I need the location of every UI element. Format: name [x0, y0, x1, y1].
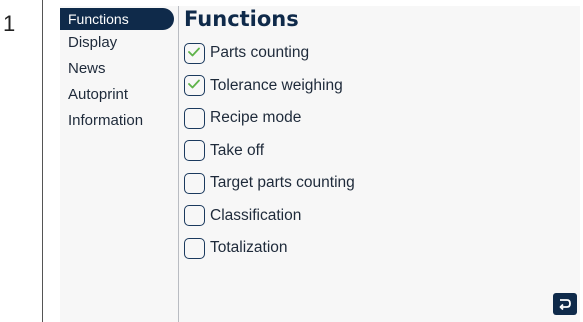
checkbox[interactable] — [184, 172, 205, 194]
sidebar-item-functions[interactable]: Functions — [60, 8, 174, 30]
option-recipe-mode[interactable]: Recipe mode — [182, 102, 580, 135]
checkbox[interactable] — [184, 42, 205, 64]
option-label: Tolerance weighing — [210, 76, 343, 94]
device-screen: Functions Display News Autoprint Informa… — [60, 6, 580, 322]
option-take-off[interactable]: Take off — [182, 135, 580, 168]
option-parts-counting[interactable]: Parts counting — [182, 37, 580, 70]
sidebar-item-display[interactable]: Display — [60, 30, 178, 56]
option-label: Totalization — [210, 239, 288, 257]
page-title: Functions — [184, 7, 299, 31]
frame-divider — [42, 0, 43, 322]
back-button[interactable] — [553, 293, 577, 315]
checkbox[interactable] — [184, 75, 205, 97]
check-icon — [188, 79, 200, 89]
option-label: Target parts counting — [210, 174, 355, 192]
option-label: Classification — [210, 206, 302, 224]
sidebar: Functions Display News Autoprint Informa… — [60, 6, 179, 322]
option-classification[interactable]: Classification — [182, 200, 580, 233]
sidebar-item-autoprint[interactable]: Autoprint — [60, 82, 178, 108]
option-target-parts-counting[interactable]: Target parts counting — [182, 167, 580, 200]
checkbox[interactable] — [184, 107, 205, 129]
main-content: Functions Parts counting Tolerance weigh… — [182, 6, 580, 322]
step-number: 1 — [3, 11, 16, 36]
checkbox[interactable] — [184, 140, 205, 162]
sidebar-item-news[interactable]: News — [60, 56, 178, 82]
checkbox[interactable] — [184, 205, 205, 227]
option-tolerance-weighing[interactable]: Tolerance weighing — [182, 70, 580, 103]
option-label: Parts counting — [210, 44, 310, 62]
sidebar-item-information[interactable]: Information — [60, 108, 178, 134]
return-icon — [559, 299, 571, 310]
option-totalization[interactable]: Totalization — [182, 232, 580, 265]
option-label: Take off — [210, 141, 265, 159]
checkbox[interactable] — [184, 237, 205, 259]
check-icon — [188, 47, 200, 57]
option-label: Recipe mode — [210, 109, 302, 127]
